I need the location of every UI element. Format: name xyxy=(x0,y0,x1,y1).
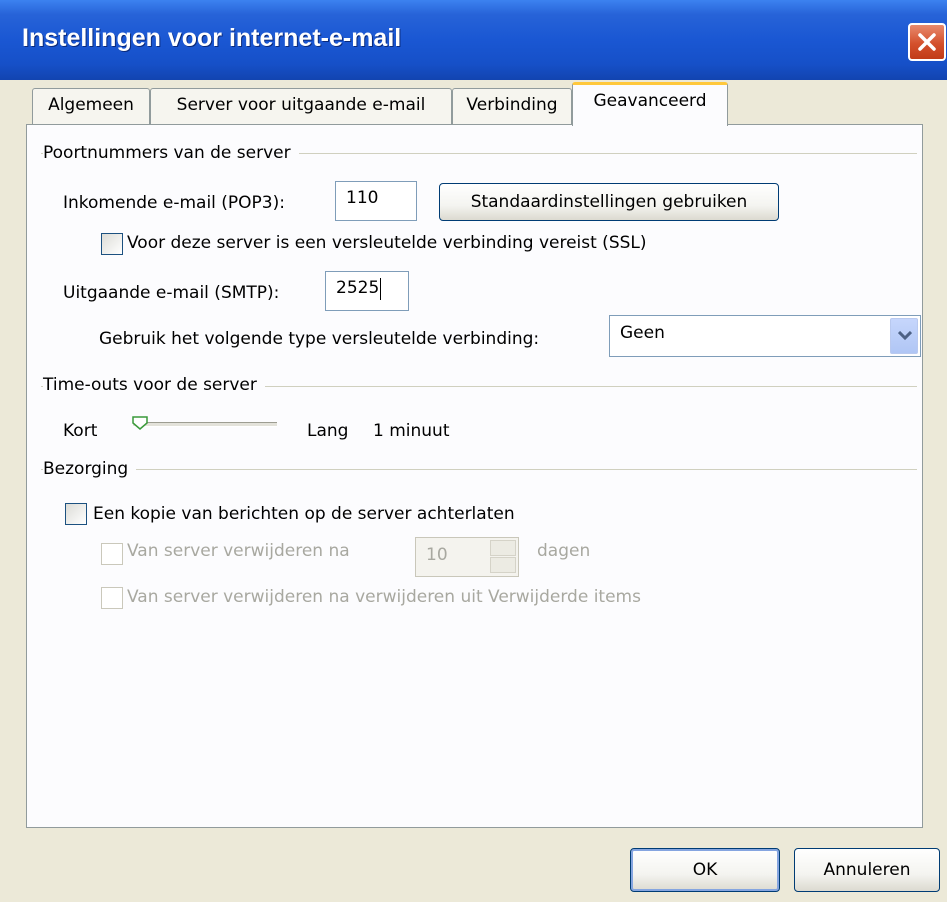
spin-down-button[interactable] xyxy=(490,557,516,573)
cancel-label: Annuleren xyxy=(823,860,911,880)
outgoing-port-value: 2525 xyxy=(336,278,380,298)
remove-after-label: Van server verwijderen na xyxy=(127,541,350,561)
close-button[interactable] xyxy=(908,23,946,61)
tab-server-uitgaande-email[interactable]: Server voor uitgaande e-mail xyxy=(150,88,452,124)
remove-after-days-spinner[interactable]: 10 xyxy=(415,537,519,577)
cancel-button[interactable]: Annuleren xyxy=(794,848,940,892)
tab-panel-geavanceerd: Poortnummers van de server Inkomende e-m… xyxy=(26,124,923,828)
tab-geavanceerd[interactable]: Geavanceerd xyxy=(572,82,728,126)
spinner-buttons xyxy=(490,540,516,574)
outgoing-port-input[interactable]: 2525 xyxy=(325,271,409,311)
slider-long-label: Lang xyxy=(307,421,349,441)
tab-label: Geavanceerd xyxy=(593,91,707,111)
remove-after-days-value: 10 xyxy=(426,545,448,565)
tab-label: Algemeen xyxy=(48,95,134,115)
chevron-down-icon xyxy=(898,331,912,341)
tab-verbinding[interactable]: Verbinding xyxy=(452,88,572,124)
group-divider xyxy=(41,469,917,470)
use-defaults-label: Standaardinstellingen gebruiken xyxy=(470,192,748,212)
tab-label: Verbinding xyxy=(466,95,558,115)
group-label-delivery: Bezorging xyxy=(43,459,137,479)
tab-algemeen[interactable]: Algemeen xyxy=(32,88,150,124)
outgoing-port-label: Uitgaande e-mail (SMTP): xyxy=(63,283,280,303)
days-unit-label: dagen xyxy=(537,541,591,561)
window-title: Instellingen voor internet-e-mail xyxy=(22,24,402,52)
ssl-checkbox[interactable] xyxy=(101,233,123,255)
title-bar: Instellingen voor internet-e-mail xyxy=(0,0,947,80)
close-icon xyxy=(918,33,936,51)
incoming-port-label: Inkomende e-mail (POP3): xyxy=(63,193,285,213)
remove-after-checkbox[interactable] xyxy=(101,543,123,565)
tab-label: Server voor uitgaande e-mail xyxy=(176,95,426,115)
ok-label: OK xyxy=(692,860,718,880)
slider-thumb[interactable] xyxy=(131,415,149,431)
timeout-value-label: 1 minuut xyxy=(373,421,450,441)
encryption-type-value: Geen xyxy=(620,323,665,343)
incoming-port-input[interactable]: 110 xyxy=(335,181,417,221)
keep-copy-checkbox[interactable] xyxy=(65,503,87,525)
remove-deleted-checkbox[interactable] xyxy=(101,587,123,609)
timeout-slider-track[interactable] xyxy=(133,422,277,427)
ssl-label: Voor deze server is een versleutelde ver… xyxy=(127,233,647,253)
ok-button[interactable]: OK xyxy=(630,848,780,892)
group-label-ports: Poortnummers van de server xyxy=(43,143,299,163)
group-label-timeouts: Time-outs voor de server xyxy=(43,375,265,395)
text-caret xyxy=(380,278,381,300)
keep-copy-label: Een kopie van berichten op de server ach… xyxy=(93,504,515,524)
use-defaults-button[interactable]: Standaardinstellingen gebruiken xyxy=(439,183,779,221)
dropdown-arrow-button[interactable] xyxy=(890,318,918,354)
slider-short-label: Kort xyxy=(63,421,98,441)
spin-up-button[interactable] xyxy=(490,540,516,556)
incoming-port-value: 110 xyxy=(346,188,379,208)
remove-deleted-label: Van server verwijderen na verwijderen ui… xyxy=(127,587,641,607)
encryption-type-select[interactable]: Geen xyxy=(609,315,921,357)
encryption-type-label: Gebruik het volgende type versleutelde v… xyxy=(99,329,540,349)
